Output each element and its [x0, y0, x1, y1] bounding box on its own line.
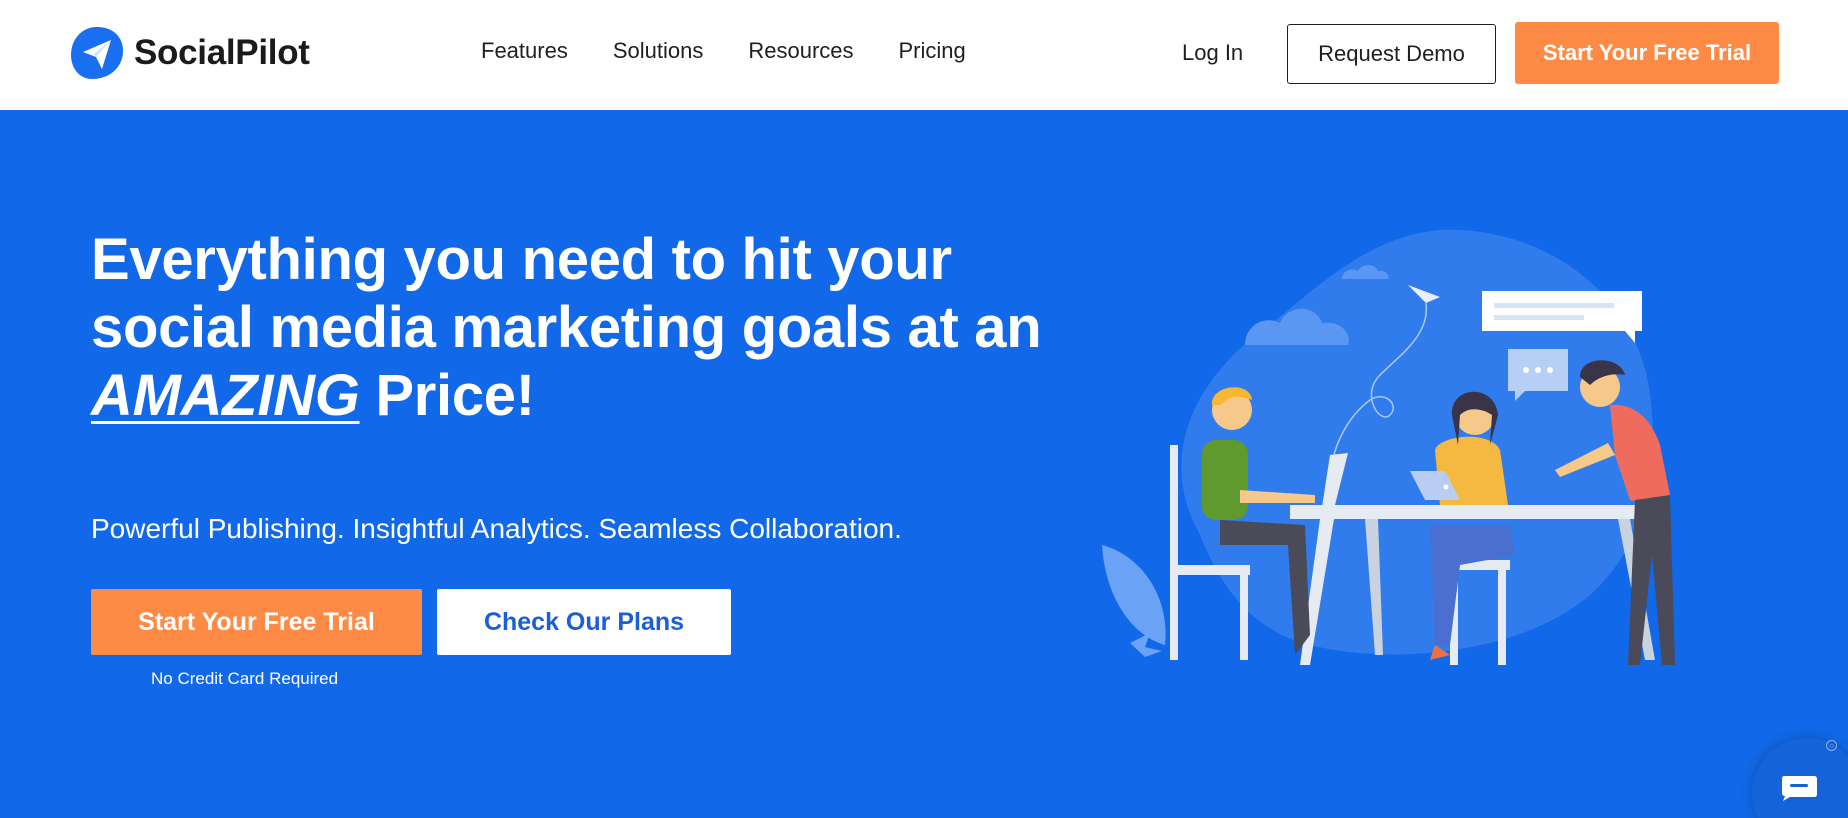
- team-collaboration-illustration: [1102, 229, 1675, 665]
- hero-subtitle: Powerful Publishing. Insightful Analytic…: [91, 513, 902, 544]
- table: [1290, 505, 1660, 519]
- speech-bubble-icon: [1482, 291, 1642, 331]
- paper-plane-logo-icon: [71, 27, 123, 79]
- hero-title-emphasis: AMAZING: [91, 363, 360, 428]
- site-header: SocialPilot Features Solutions Resources…: [0, 0, 1848, 110]
- header-free-trial-button[interactable]: Start Your Free Trial: [1515, 22, 1779, 84]
- notification-badge-icon: ○: [1826, 740, 1837, 751]
- leaf-icon: [1102, 545, 1166, 645]
- check-plans-button[interactable]: Check Our Plans: [437, 589, 731, 655]
- brand-logo[interactable]: SocialPilot: [68, 24, 310, 82]
- no-credit-card-note: No Credit Card Required: [151, 669, 339, 688]
- hero-title-line1: Everything you need to hit your: [91, 227, 952, 292]
- person-left: [1202, 440, 1248, 520]
- hero-title: Everything you need to hit your social m…: [91, 226, 1071, 430]
- hero-free-trial-button[interactable]: Start Your Free Trial: [91, 589, 422, 655]
- brand-name: SocialPilot: [134, 33, 310, 72]
- nav-item-pricing[interactable]: Pricing: [899, 38, 966, 64]
- hero-title-line2: social media marketing goals at an: [91, 295, 1042, 360]
- request-demo-button[interactable]: Request Demo: [1287, 24, 1496, 84]
- nav-item-features[interactable]: Features: [481, 38, 568, 64]
- chat-bubble-icon: [1782, 776, 1817, 801]
- main-nav: Features Solutions Resources Pricing: [481, 38, 1011, 64]
- nav-item-solutions[interactable]: Solutions: [613, 38, 704, 64]
- hero-title-end: Price!: [375, 363, 535, 428]
- login-link[interactable]: Log In: [1182, 40, 1243, 66]
- nav-item-resources[interactable]: Resources: [748, 38, 853, 64]
